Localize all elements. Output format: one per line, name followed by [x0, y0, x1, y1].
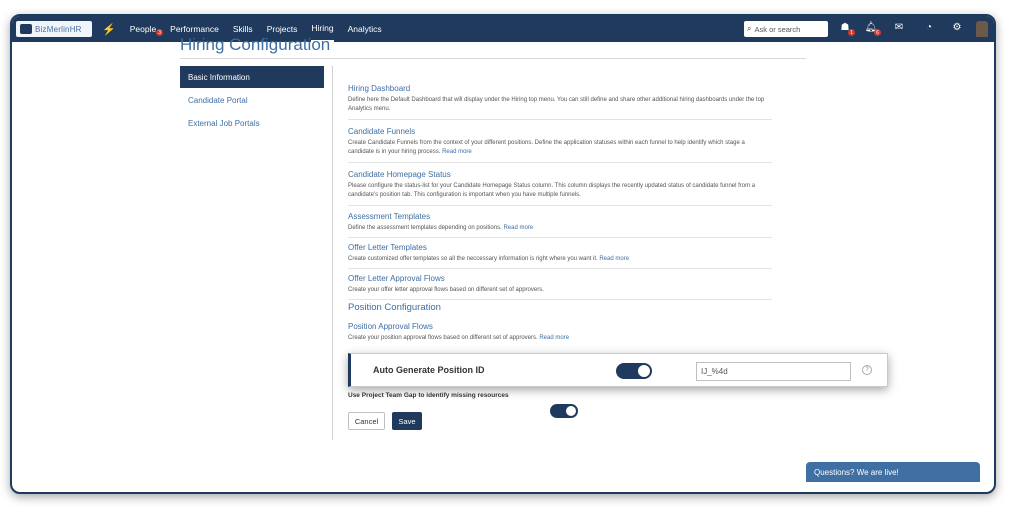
section-title[interactable]: Position Approval Flows: [348, 322, 772, 331]
gear-icon[interactable]: ⚙: [950, 22, 964, 33]
sidebar-item-basic-information[interactable]: Basic Information: [180, 66, 324, 88]
top-navigation-bar: BizMerlinHR ⚡ People 3 Performance Skill…: [12, 16, 994, 42]
section-position-approval-flows: Position Approval Flows Create your posi…: [348, 322, 772, 348]
tasks-badge: 1: [848, 29, 855, 36]
title-divider: [180, 58, 806, 59]
notifications-badge: 6: [874, 29, 881, 36]
read-more-link[interactable]: Read more: [599, 256, 629, 262]
position-configuration-heading: Position Configuration: [348, 302, 441, 313]
section-offer-letter-approval-flows: Offer Letter Approval Flows Create your …: [348, 274, 772, 300]
section-title[interactable]: Hiring Dashboard: [348, 84, 772, 93]
position-id-format-input[interactable]: IJ_%4d: [696, 362, 851, 381]
section-title[interactable]: Assessment Templates: [348, 212, 772, 221]
toggle-knob: [566, 406, 576, 416]
section-title[interactable]: Offer Letter Approval Flows: [348, 274, 772, 283]
search-input[interactable]: ⌕ Ask or search: [744, 21, 828, 37]
auto-generate-position-id-panel: Auto Generate Position ID IJ_%4d ?: [348, 353, 888, 387]
section-description: Please configure the status-list for you…: [348, 183, 756, 198]
section-offer-letter-templates: Offer Letter Templates Create customized…: [348, 243, 772, 269]
section-title[interactable]: Offer Letter Templates: [348, 243, 772, 252]
nav-item-analytics[interactable]: Analytics: [348, 16, 382, 42]
sidebar-item-external-job-portals[interactable]: External Job Portals: [180, 112, 324, 134]
auto-id-label: Auto Generate Position ID: [373, 365, 485, 375]
team-gap-toggle[interactable]: [550, 404, 578, 418]
nav-item-people[interactable]: People 3: [130, 16, 164, 42]
section-description: Create customized offer templates so all…: [348, 256, 630, 262]
auto-id-toggle[interactable]: [616, 363, 652, 379]
save-button[interactable]: Save: [392, 412, 422, 430]
section-description: Define the assessment templates dependin…: [348, 225, 534, 231]
section-description: Create Candidate Funnels from the contex…: [348, 140, 745, 155]
help-icon[interactable]: ◔: [922, 22, 936, 33]
read-more-link[interactable]: Read more: [442, 149, 472, 155]
sidebar-item-candidate-portal[interactable]: Candidate Portal: [180, 89, 324, 111]
section-candidate-homepage-status: Candidate Homepage Status Please configu…: [348, 170, 772, 206]
read-more-link[interactable]: Read more: [539, 335, 569, 341]
section-candidate-funnels: Candidate Funnels Create Candidate Funne…: [348, 127, 772, 163]
logo-mark-icon: [20, 24, 32, 34]
section-assessment-templates: Assessment Templates Define the assessme…: [348, 212, 772, 238]
search-icon: ⌕: [747, 24, 752, 33]
settings-sidebar: Basic Information Candidate Portal Exter…: [180, 66, 324, 135]
notifications-bell-icon[interactable]: 🔔︎ 6: [864, 22, 881, 36]
section-description: Create your position approval flows base…: [348, 335, 570, 341]
team-gap-label: Use Project Team Gap to identify missing…: [348, 392, 509, 399]
content-divider: [332, 66, 333, 440]
avatar[interactable]: [976, 21, 988, 37]
mail-icon[interactable]: ✉: [892, 22, 906, 33]
people-badge: 3: [156, 29, 164, 36]
question-circle-icon[interactable]: ?: [862, 365, 872, 375]
search-placeholder: Ask or search: [754, 24, 801, 34]
section-title[interactable]: Candidate Funnels: [348, 127, 772, 136]
toggle-knob: [638, 365, 650, 377]
brand-logo[interactable]: BizMerlinHR: [16, 21, 92, 37]
live-chat-button[interactable]: Questions? We are live!: [806, 462, 980, 482]
page-title: Hiring Configuration: [180, 35, 331, 54]
section-description: Create your offer letter approval flows …: [348, 287, 544, 293]
logo-text: BizMerlinHR: [35, 24, 82, 34]
section-hiring-dashboard: Hiring Dashboard Define here the Default…: [348, 84, 772, 120]
cancel-button[interactable]: Cancel: [348, 412, 385, 430]
quick-action-bolt-icon[interactable]: ⚡: [102, 23, 116, 36]
read-more-link[interactable]: Read more: [503, 225, 533, 231]
section-description: Define here the Default Dashboard that w…: [348, 97, 765, 112]
tasks-icon[interactable]: ☗ 1: [838, 22, 855, 36]
section-title[interactable]: Candidate Homepage Status: [348, 170, 772, 179]
